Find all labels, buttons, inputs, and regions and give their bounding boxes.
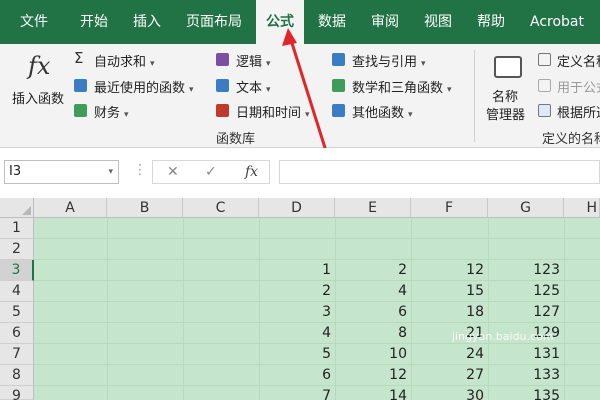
name-box-value: I3 <box>9 164 22 179</box>
grid-line <box>34 238 600 239</box>
cell-e3[interactable]: 2 <box>335 260 411 281</box>
column-header-a[interactable]: A <box>34 198 107 218</box>
cell-e6[interactable]: 8 <box>335 323 411 344</box>
row-header-9[interactable]: 9 <box>0 386 34 400</box>
cell-e5[interactable]: 6 <box>335 302 411 323</box>
cell-e7[interactable]: 10 <box>335 344 411 365</box>
column-header-d[interactable]: D <box>259 198 335 218</box>
cell-d8[interactable]: 6 <box>259 365 335 386</box>
cell-f9[interactable]: 30 <box>411 386 488 400</box>
row-header-2[interactable]: 2 <box>0 239 34 260</box>
cell-e9[interactable]: 14 <box>335 386 411 400</box>
name-box[interactable]: I3 ▾ <box>4 160 119 184</box>
row-header-5[interactable]: 5 <box>0 302 34 323</box>
fx-insert-icon[interactable]: fx <box>245 161 258 183</box>
cell-e8[interactable]: 12 <box>335 365 411 386</box>
row-header-4[interactable]: 4 <box>0 281 34 302</box>
cell-g9[interactable]: 135 <box>488 386 564 400</box>
formula-bar-buttons: ✕ ✓ fx <box>152 160 270 184</box>
row-header-1[interactable]: 1 <box>0 218 34 239</box>
column-header-h[interactable]: H <box>564 198 600 218</box>
cell-e4[interactable]: 4 <box>335 281 411 302</box>
column-header-f[interactable]: F <box>411 198 488 218</box>
cell-d3[interactable]: 1 <box>259 260 335 281</box>
cell-d5[interactable]: 3 <box>259 302 335 323</box>
grid-line <box>107 218 108 400</box>
formula-input[interactable] <box>279 160 600 184</box>
cell-d7[interactable]: 5 <box>259 344 335 365</box>
cell-g7[interactable]: 131 <box>488 344 564 365</box>
cell-d6[interactable]: 4 <box>259 323 335 344</box>
watermark: jingyan.baidu.com <box>452 330 554 343</box>
cancel-icon[interactable]: ✕ <box>167 161 179 183</box>
cell-f5[interactable]: 18 <box>411 302 488 323</box>
column-header-b[interactable]: B <box>107 198 183 218</box>
cell-d9[interactable]: 7 <box>259 386 335 400</box>
cell-g3[interactable]: 123 <box>488 260 564 281</box>
column-header-e[interactable]: E <box>335 198 411 218</box>
row-header-7[interactable]: 7 <box>0 344 34 365</box>
name-box-dropdown-icon[interactable]: ▾ <box>108 161 113 183</box>
cell-f7[interactable]: 24 <box>411 344 488 365</box>
cell-f8[interactable]: 27 <box>411 365 488 386</box>
cell-f3[interactable]: 12 <box>411 260 488 281</box>
enter-icon[interactable]: ✓ <box>205 161 217 183</box>
formula-bar-resize-icon[interactable]: ⋮ <box>133 162 147 178</box>
cell-f4[interactable]: 15 <box>411 281 488 302</box>
select-all-corner[interactable] <box>0 198 34 218</box>
column-header-c[interactable]: C <box>183 198 259 218</box>
cell-g4[interactable]: 125 <box>488 281 564 302</box>
cell-g5[interactable]: 127 <box>488 302 564 323</box>
grid-line <box>183 218 184 400</box>
cell-g8[interactable]: 133 <box>488 365 564 386</box>
grid-line <box>564 218 565 400</box>
row-header-8[interactable]: 8 <box>0 365 34 386</box>
row-header-3[interactable]: 3 <box>0 260 34 281</box>
column-header-g[interactable]: G <box>488 198 564 218</box>
row-header-6[interactable]: 6 <box>0 323 34 344</box>
cell-d4[interactable]: 2 <box>259 281 335 302</box>
